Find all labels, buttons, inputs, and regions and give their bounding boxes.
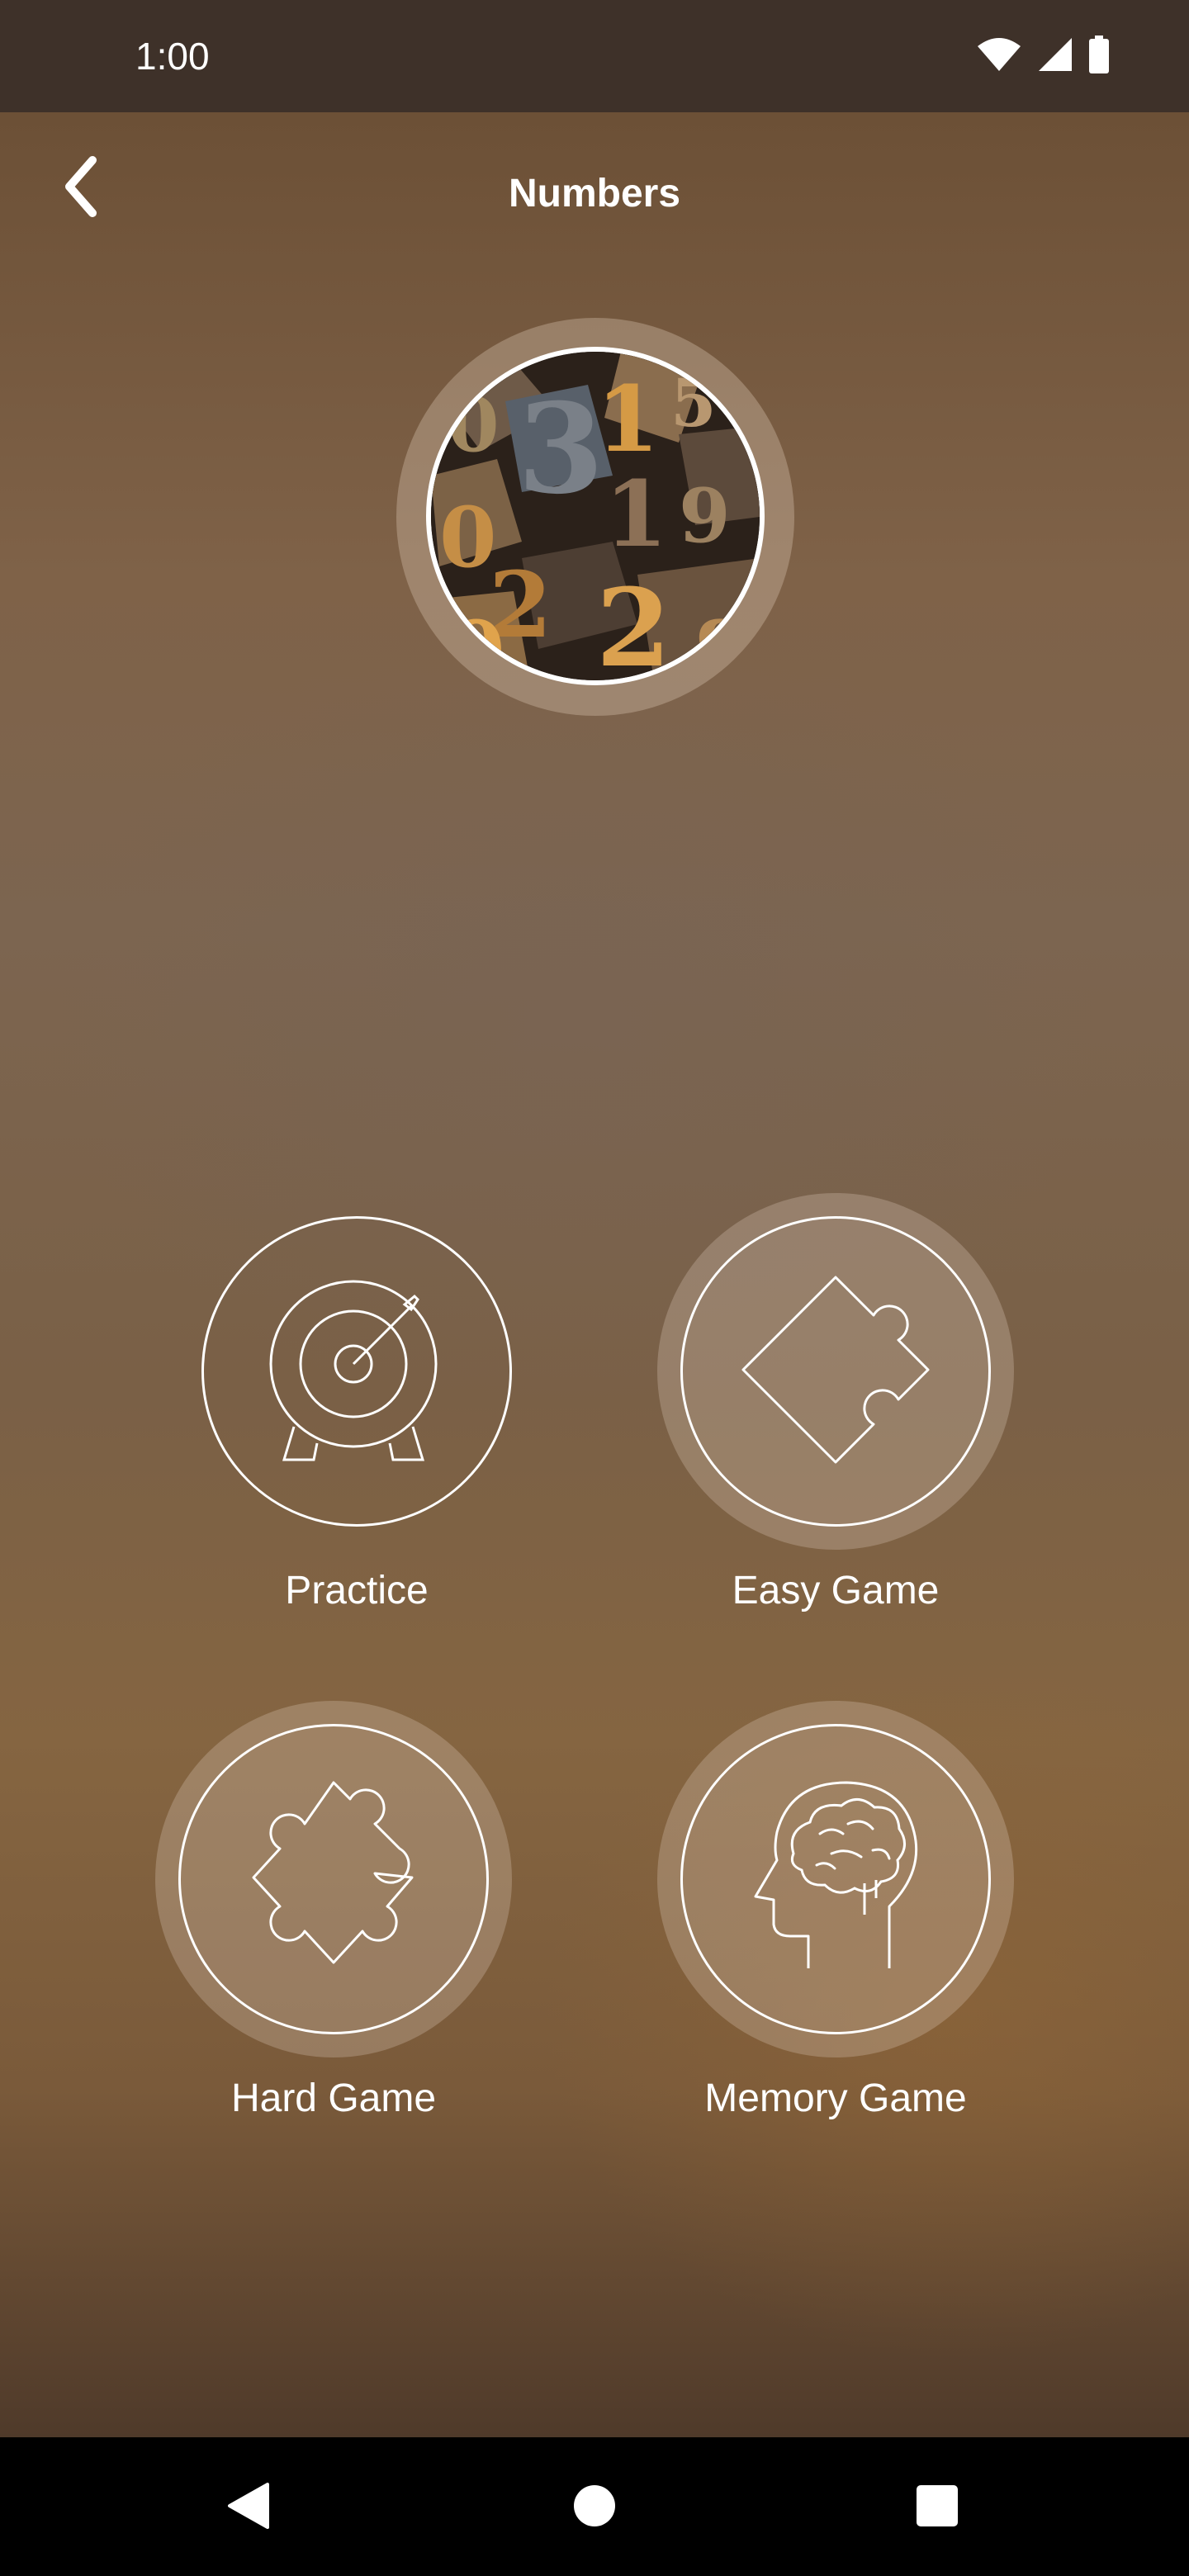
puzzle-piece-icon (737, 1271, 935, 1473)
svg-text:9: 9 (679, 472, 731, 560)
menu-item-practice[interactable]: Practice (178, 1193, 542, 1655)
signal-icon (1037, 36, 1073, 77)
status-icons (976, 35, 1110, 78)
home-circle-icon (572, 2484, 617, 2532)
hero-image: 3 1 0 5 1 0 9 2 0 2 9 (426, 347, 765, 685)
status-bar: 1:00 (0, 0, 1189, 112)
back-triangle-icon (225, 2481, 271, 2535)
svg-text:1: 1 (596, 366, 660, 472)
nav-home-button[interactable] (557, 2470, 632, 2545)
recents-square-icon (915, 2484, 959, 2532)
practice-label: Practice (285, 1569, 429, 1612)
hard-game-circle (178, 1724, 489, 2034)
status-time: 1:00 (135, 35, 210, 78)
target-icon (266, 1275, 448, 1469)
easy-game-label: Easy Game (732, 1569, 940, 1612)
memory-game-circle (680, 1724, 991, 2034)
svg-text:2: 2 (596, 565, 670, 680)
wifi-icon (976, 36, 1022, 77)
page-title: Numbers (508, 172, 681, 215)
hard-game-label: Hard Game (230, 2076, 437, 2120)
menu-item-hard-game[interactable]: Hard Game (155, 1701, 542, 2163)
puzzle-piece-icon (230, 1774, 437, 1985)
easy-game-circle (680, 1216, 991, 1527)
navigation-bar (0, 2437, 1189, 2576)
svg-text:3: 3 (518, 376, 604, 522)
svg-text:1: 1 (604, 461, 668, 567)
brain-head-icon (741, 1774, 931, 1985)
practice-circle (201, 1216, 512, 1527)
nav-recents-button[interactable] (900, 2470, 974, 2545)
menu-item-memory-game[interactable]: Memory Game (657, 1701, 1021, 2163)
nav-back-button[interactable] (211, 2470, 285, 2545)
battery-icon (1088, 35, 1110, 78)
menu-item-easy-game[interactable]: Easy Game (657, 1193, 1021, 1655)
letterpress-numbers-image: 3 1 0 5 1 0 9 2 0 2 9 (431, 352, 760, 680)
memory-game-label: Memory Game (704, 2076, 967, 2120)
